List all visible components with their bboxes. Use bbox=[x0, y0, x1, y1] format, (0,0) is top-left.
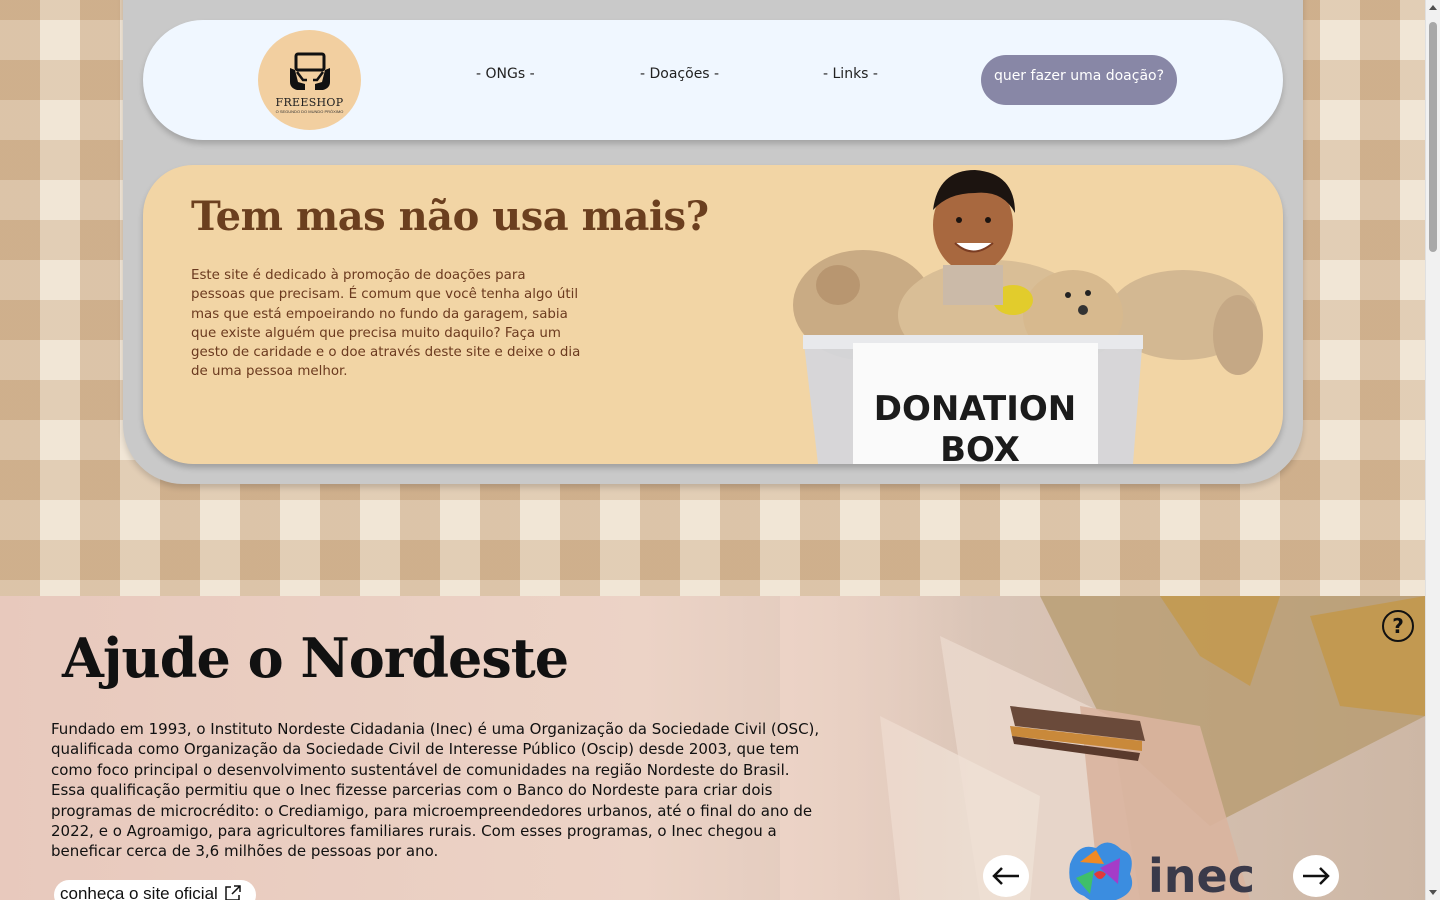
nav-link-doacoes[interactable]: - Doações - bbox=[640, 66, 719, 82]
arrow-right-icon bbox=[1303, 867, 1330, 885]
inec-logo: inec bbox=[1069, 842, 1255, 900]
logo-name: FREESHOP bbox=[275, 96, 344, 109]
arrow-left-icon bbox=[992, 867, 1019, 885]
site-logo[interactable]: FREESHOP O SEGUNDO DO MUNDO PRÓXIMO bbox=[258, 30, 361, 130]
scrollbar[interactable] bbox=[1425, 0, 1440, 900]
donation-box-image: DONATION BOX bbox=[793, 170, 1263, 464]
carousel-next-button[interactable] bbox=[1293, 855, 1339, 897]
section-description: Fundado em 1993, o Instituto Nordeste Ci… bbox=[51, 720, 820, 861]
logo-hands-icon bbox=[289, 52, 330, 90]
navbar: FREESHOP O SEGUNDO DO MUNDO PRÓXIMO - ON… bbox=[143, 20, 1283, 140]
external-link-icon bbox=[225, 885, 241, 900]
ong-section: ? Ajude o Nordeste Fundado em 1993, o In… bbox=[0, 596, 1425, 900]
donation-box-label-1: DONATION bbox=[874, 389, 1076, 429]
scroll-up-icon[interactable] bbox=[1429, 5, 1437, 10]
hero-description: Este site é dedicado à promoção de doaçõ… bbox=[191, 268, 581, 380]
official-site-link[interactable]: conheça o site oficial bbox=[54, 880, 256, 900]
scrollbar-thumb[interactable] bbox=[1429, 22, 1437, 252]
hero-card: Tem mas não usa mais? Este site é dedica… bbox=[143, 165, 1283, 464]
nav-link-ongs[interactable]: - ONGs - bbox=[476, 66, 535, 82]
carousel-prev-button[interactable] bbox=[983, 855, 1029, 897]
section-title: Ajude o Nordeste bbox=[62, 626, 569, 690]
help-icon[interactable]: ? bbox=[1382, 610, 1414, 642]
official-site-label: conheça o site oficial bbox=[60, 884, 218, 900]
logo-tagline: O SEGUNDO DO MUNDO PRÓXIMO bbox=[275, 109, 344, 114]
hero-title: Tem mas não usa mais? bbox=[191, 193, 709, 240]
donate-button[interactable]: quer fazer uma doação? bbox=[981, 55, 1177, 105]
scroll-down-icon[interactable] bbox=[1429, 890, 1437, 895]
donation-box-label-2: BOX bbox=[940, 430, 1020, 464]
inec-logo-text: inec bbox=[1148, 849, 1255, 900]
nav-link-links[interactable]: - Links - bbox=[823, 66, 878, 82]
